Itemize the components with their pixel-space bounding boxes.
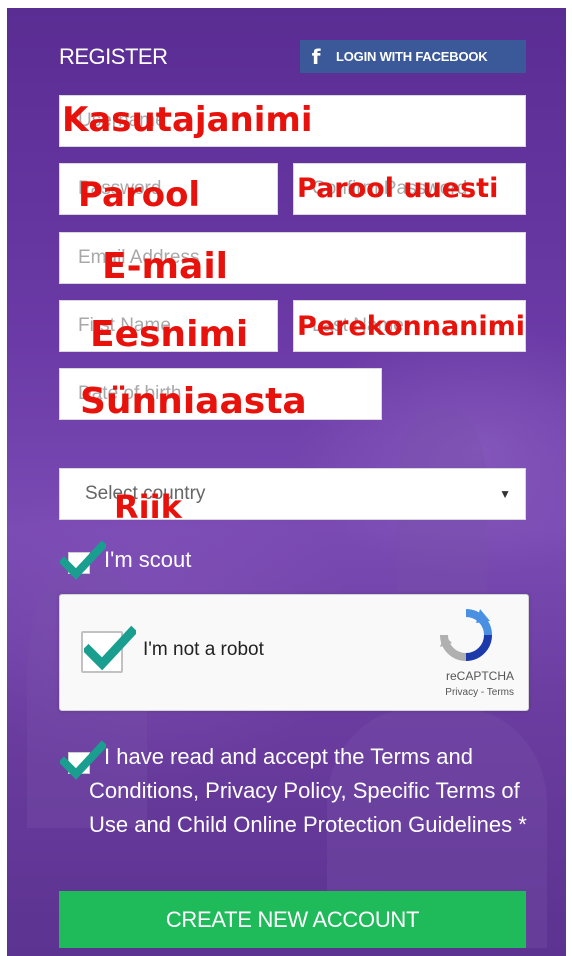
email-placeholder: Email Address [78,247,200,268]
recaptcha-widget: I'm not a robot reCAPTCHA Privacy - Term… [59,594,529,711]
recaptcha-brand: reCAPTCHA [445,669,514,683]
country-select-value: Select country [85,483,206,504]
password-field[interactable]: Password [59,163,278,215]
facebook-login-button[interactable]: f LOGIN WITH FACEBOOK [300,40,526,73]
recaptcha-checkbox[interactable] [81,631,123,673]
last-name-field[interactable]: Last Name [293,300,526,352]
scout-checkbox[interactable] [68,552,90,574]
terms-text: I have read and accept the Terms and Con… [89,744,527,837]
birth-date-placeholder: Date of birth [78,383,182,404]
first-name-field[interactable]: First Name [59,300,278,352]
username-placeholder: Username [78,110,166,131]
facebook-icon: f [311,44,321,69]
terms-label: I have read and accept the Terms and Con… [89,740,529,842]
chevron-down-icon: ▼ [499,487,511,501]
create-account-button[interactable]: CREATE NEW ACCOUNT [59,891,526,948]
terms-checkbox[interactable] [68,752,90,774]
recaptcha-label: I'm not a robot [143,639,264,660]
recaptcha-logo-icon [440,609,492,661]
register-title: REGISTER [59,44,168,69]
scout-label: I'm scout [104,547,192,572]
username-field[interactable]: Username [59,95,526,147]
facebook-login-label: LOGIN WITH FACEBOOK [336,49,488,64]
birth-date-field[interactable]: Date of birth [59,368,382,420]
confirm-password-field[interactable]: Confirm Password [293,163,526,215]
last-name-placeholder: Last Name [312,315,404,336]
confirm-password-placeholder: Confirm Password [312,178,468,199]
country-select[interactable]: Select country ▼ [59,468,526,520]
email-field[interactable]: Email Address [59,232,526,284]
first-name-placeholder: First Name [78,315,171,336]
recaptcha-privacy-terms-link[interactable]: Privacy - Terms [445,687,514,698]
password-placeholder: Password [78,178,162,199]
